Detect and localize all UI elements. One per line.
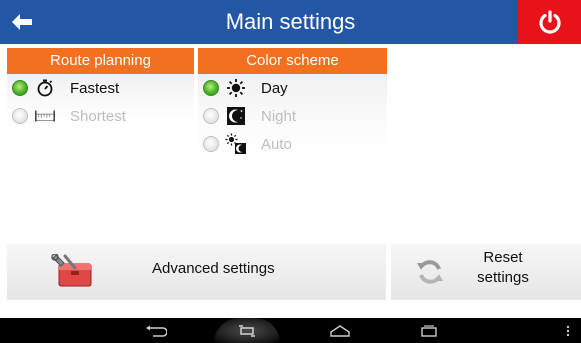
sun-moon-icon: [225, 133, 247, 154]
route-option-fastest[interactable]: Fastest: [7, 74, 194, 102]
back-nav-icon: [146, 325, 167, 337]
ruler-icon: [34, 106, 56, 126]
back-nav-button[interactable]: [140, 318, 172, 343]
color-option-day[interactable]: Day: [198, 74, 387, 102]
color-option-night[interactable]: Night: [198, 102, 387, 130]
radio-selected[interactable]: [12, 80, 28, 96]
page-title: Main settings: [225, 9, 356, 34]
color-option-label: Night: [261, 107, 297, 125]
refresh-icon: [415, 257, 445, 292]
power-button[interactable]: [518, 0, 581, 44]
toolbox-icon: [51, 253, 95, 295]
sun-icon: [225, 78, 247, 98]
system-navigation-bar: [0, 318, 581, 343]
color-option-label: Auto: [261, 135, 292, 153]
route-option-label: Fastest: [70, 79, 120, 97]
recents-nav-button[interactable]: [413, 318, 445, 343]
color-option-auto[interactable]: Auto: [198, 130, 387, 158]
menu-dots-icon: [566, 325, 570, 336]
power-icon: [538, 10, 561, 34]
menu-button[interactable]: [558, 318, 578, 343]
color-option-label: Day: [261, 79, 288, 97]
screenshot-nav-button[interactable]: [214, 318, 280, 343]
screenshot-nav-icon: [239, 324, 255, 337]
radio-unselected[interactable]: [203, 136, 219, 152]
radio-selected[interactable]: [203, 80, 219, 96]
recents-nav-icon: [421, 324, 437, 337]
back-arrow-icon: [12, 14, 32, 30]
stopwatch-icon: [34, 78, 56, 98]
route-planning-panel: Route planning Fastest Shortest: [7, 48, 194, 128]
home-nav-button[interactable]: [324, 318, 356, 343]
color-scheme-panel: Color scheme Day Night Auto: [198, 48, 387, 154]
back-button[interactable]: [0, 0, 44, 44]
radio-unselected[interactable]: [203, 108, 219, 124]
home-nav-icon: [330, 324, 350, 337]
route-planning-title: Route planning: [7, 48, 194, 74]
reset-settings-button[interactable]: Reset settings: [391, 244, 581, 300]
color-scheme-title: Color scheme: [198, 48, 387, 74]
moon-icon: [225, 106, 247, 126]
radio-unselected[interactable]: [12, 108, 28, 124]
reset-settings-label: Reset settings: [477, 249, 529, 286]
route-option-label: Shortest: [70, 107, 126, 125]
advanced-settings-button[interactable]: Advanced settings: [7, 244, 386, 300]
advanced-settings-label: Advanced settings: [152, 260, 275, 277]
route-option-shortest[interactable]: Shortest: [7, 102, 194, 130]
